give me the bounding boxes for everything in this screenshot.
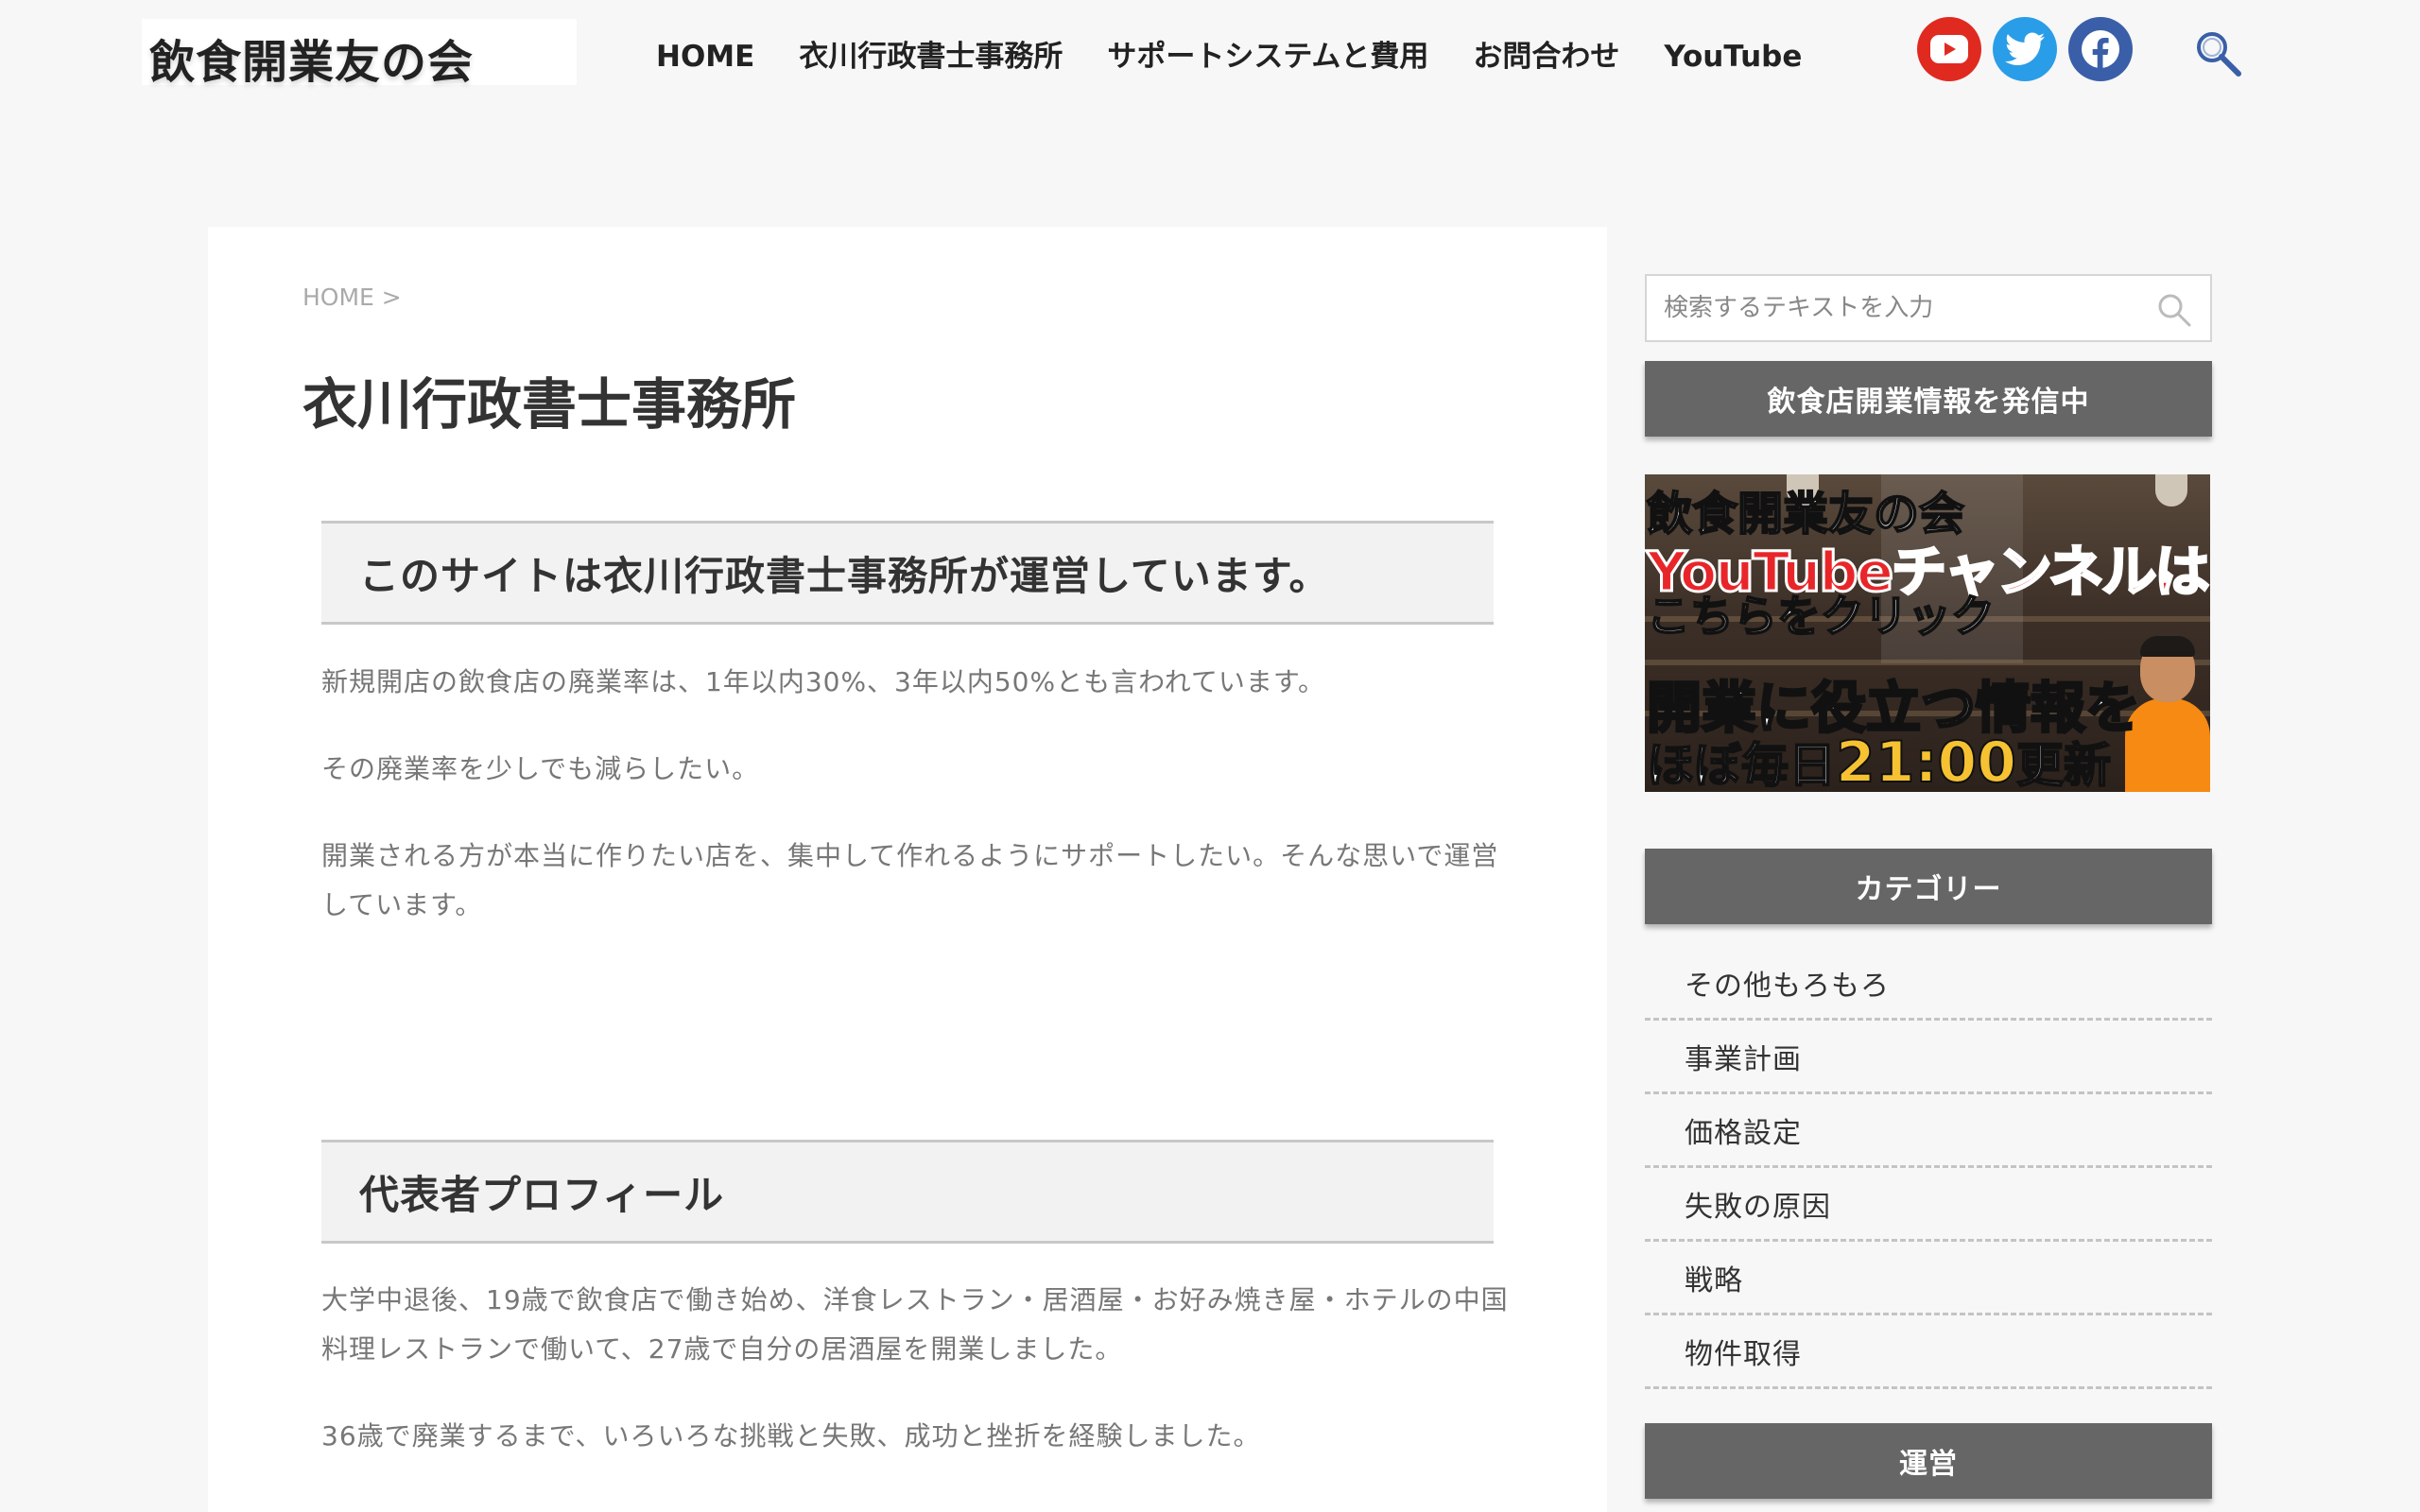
banner-line-5-prefix: ほぼ毎日 [1646,737,1837,792]
banner-update-time: 21:00 [1835,729,2017,792]
section-heading-about: このサイトは衣川行政書士事務所が運営しています。 [321,521,1494,625]
global-nav: HOME 衣川行政書士事務所 サポートシステムと費用 お問合わせ YouTube [656,36,1846,77]
category-item-misc[interactable]: その他もろもろ [1645,947,2212,1021]
twitter-icon [2005,32,2045,65]
category-item-label: 価格設定 [1685,1116,1802,1150]
sidebar-widget-title-operation-text: 運営 [1899,1448,1958,1481]
sidebar-widget-title-info: 飲食店開業情報を発信中 [1645,361,2212,437]
category-item-label: その他もろもろ [1685,969,1890,1003]
section-heading-about-text: このサイトは衣川行政書士事務所が運営しています。 [359,553,1330,599]
facebook-social-button[interactable] [2068,17,2133,81]
sidebar-widget-title-operation: 運営 [1645,1423,2212,1499]
twitter-social-button[interactable] [1993,17,2057,81]
category-item-label: 戦略 [1685,1263,1743,1297]
section-heading-profile: 代表者プロフィール [321,1140,1494,1244]
site-logo[interactable]: 飲食開業友の会 [142,19,577,89]
youtube-social-button[interactable] [1917,17,1981,81]
sidebar-widget-title-category: カテゴリー [1645,849,2212,924]
sidebar-search [1645,274,2212,342]
paragraph: 新規開店の飲食店の廃業率は、1年以内30%、3年以内50%とも言われています。 [321,666,1326,697]
category-item-label: 失敗の原因 [1685,1190,1831,1224]
category-item-property[interactable]: 物件取得 [1645,1315,2212,1389]
paragraph: 36歳で廃業するまで、いろいろな挑戦と失敗、成功と挫折を経験しました。 [321,1420,1261,1452]
paragraph: 開業される方が本当に作りたい店を、集中して作れるようにサポートしたい。そんな思い… [321,840,1499,920]
paragraph: その廃業率を少しでも減らしたい。 [321,753,760,784]
article-card: HOME > 衣川行政書士事務所 このサイトは衣川行政書士事務所が運営しています… [208,227,1607,1512]
social-links [1917,17,2144,81]
youtube-channel-banner[interactable]: 飲食開業友の会 YouTubeチャンネルは こちらをクリック 開業に役立つ情報を… [1645,474,2210,792]
banner-background-lamp [2155,474,2187,507]
category-item-strategy[interactable]: 戦略 [1645,1242,2212,1315]
category-item-business-plan[interactable]: 事業計画 [1645,1021,2212,1094]
category-item-failure-causes[interactable]: 失敗の原因 [1645,1168,2212,1242]
nav-item-office[interactable]: 衣川行政書士事務所 [799,36,1063,77]
banner-line-5-suffix: 更新 [2015,737,2112,792]
breadcrumb[interactable]: HOME > [302,284,402,311]
site-header: 飲食開業友の会 HOME 衣川行政書士事務所 サポートシステムと費用 お問合わせ… [0,0,2420,113]
sidebar-widget-title-info-text: 飲食店開業情報を発信中 [1767,386,2090,419]
section-heading-profile-text: 代表者プロフィール [359,1172,725,1218]
search-icon[interactable] [2155,291,2193,329]
youtube-icon [1930,35,1968,63]
category-item-label: 物件取得 [1685,1337,1802,1371]
banner-line-5: ほぼ毎日21:00更新 [1646,728,2112,792]
sidebar-search-input[interactable] [1664,285,2136,331]
nav-item-support-system[interactable]: サポートシステムと費用 [1107,36,1428,77]
banner-line-3: こちらをクリック [1646,590,1996,643]
nav-item-home[interactable]: HOME [656,36,754,77]
category-item-label: 事業計画 [1685,1042,1802,1076]
sidebar-widget-title-category-text: カテゴリー [1855,873,2002,906]
paragraph: 大学中退後、19歳で飲食店で働き始め、洋食レストラン・居酒屋・お好み焼き屋・ホテ… [321,1284,1509,1365]
nav-item-contact[interactable]: お問合わせ [1473,36,1619,77]
page-title: 衣川行政書士事務所 [302,372,797,437]
nav-item-youtube[interactable]: YouTube [1664,36,1802,77]
category-list: その他もろもろ 事業計画 価格設定 失敗の原因 戦略 物件取得 [1645,947,2212,1389]
category-item-pricing[interactable]: 価格設定 [1645,1094,2212,1168]
search-icon[interactable] [2191,26,2244,79]
facebook-icon [2082,30,2119,70]
site-logo-text[interactable]: 飲食開業友の会 [149,25,474,91]
